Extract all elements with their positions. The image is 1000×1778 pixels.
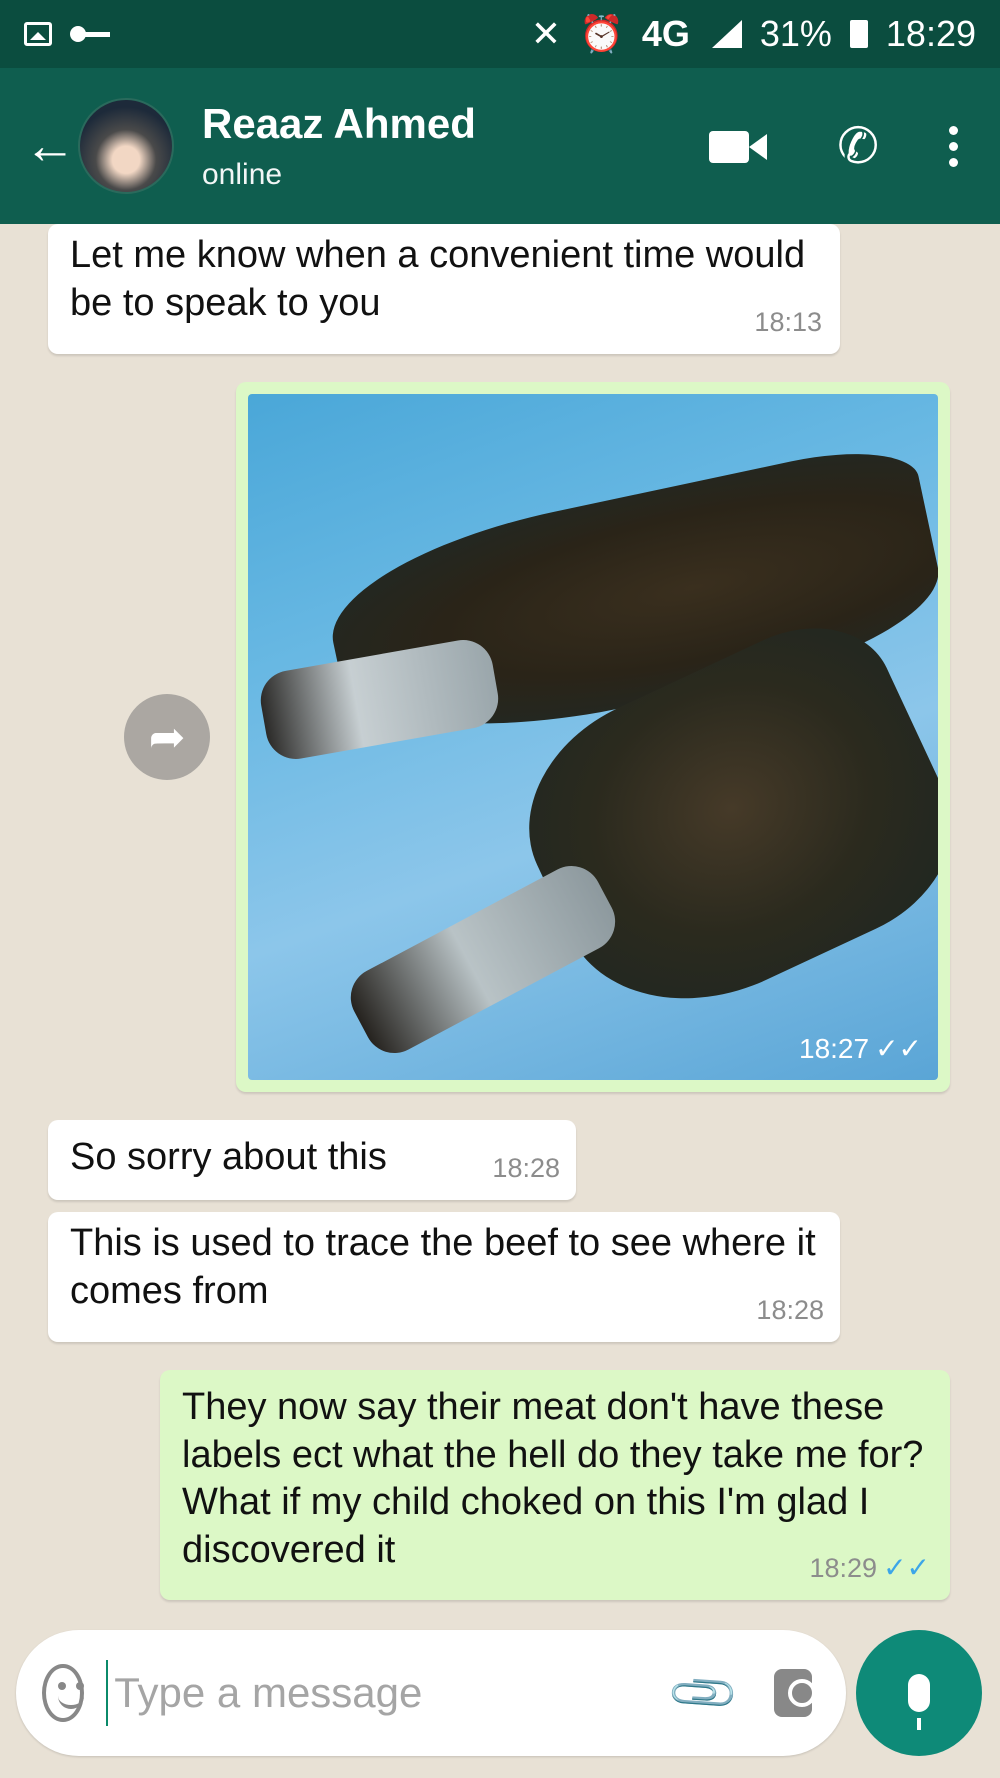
- contact-info[interactable]: Reaaz Ahmed online: [202, 100, 476, 192]
- signal-icon: [708, 20, 742, 48]
- video-call-icon[interactable]: [709, 128, 768, 164]
- food-photo[interactable]: 18:27 ✓✓: [248, 394, 938, 1080]
- mic-icon: [908, 1674, 930, 1730]
- gallery-icon: [24, 22, 52, 46]
- phone-call-icon[interactable]: ✆: [837, 117, 879, 175]
- emoji-icon[interactable]: [42, 1664, 84, 1722]
- header-actions: ✆: [709, 117, 976, 175]
- chat-header: ← Reaaz Ahmed online ✆: [0, 68, 1000, 224]
- message-text: So sorry about this: [70, 1136, 387, 1178]
- message-time: 18:13: [754, 307, 822, 338]
- outgoing-message[interactable]: They now say their meat don't have these…: [160, 1370, 950, 1600]
- more-options-icon[interactable]: [949, 125, 958, 167]
- status-bar-right: ✕ ⏰ 4G 31% 18:29: [531, 13, 976, 55]
- outgoing-image-message[interactable]: 18:27 ✓✓: [236, 382, 950, 1092]
- attach-icon[interactable]: 📎: [664, 1653, 743, 1732]
- message-text: They now say their meat don't have these…: [182, 1386, 924, 1571]
- message-time: 18:28: [756, 1295, 824, 1326]
- message-composer: 📎: [16, 1630, 846, 1756]
- status-time: 18:29: [885, 13, 976, 54]
- camera-icon[interactable]: [774, 1669, 816, 1717]
- battery-percent: 31%: [759, 13, 832, 54]
- network-type: 4G: [641, 13, 690, 54]
- incoming-message[interactable]: This is used to trace the beef to see wh…: [48, 1212, 840, 1342]
- chat-area[interactable]: Let me know when a convenient time would…: [0, 224, 1000, 1624]
- message-time: 18:27 ✓✓: [799, 1033, 922, 1064]
- message-time: 18:28: [492, 1153, 560, 1184]
- alarm-icon: ⏰: [578, 13, 624, 54]
- mute-icon: ✕: [530, 13, 561, 54]
- key-icon: [70, 26, 112, 42]
- contact-avatar[interactable]: [78, 98, 174, 194]
- text-cursor: [105, 1660, 109, 1726]
- message-text: Let me know when a convenient time would…: [70, 234, 806, 324]
- read-ticks-icon: ✓✓: [883, 1552, 930, 1584]
- incoming-message[interactable]: Let me know when a convenient time would…: [48, 224, 840, 354]
- back-arrow-icon[interactable]: ←: [24, 116, 76, 176]
- read-ticks-icon: ✓✓: [875, 1033, 922, 1064]
- forward-icon[interactable]: ➦: [124, 694, 210, 780]
- contact-status: online: [202, 158, 283, 191]
- battery-icon: [849, 20, 868, 48]
- contact-name: Reaaz Ahmed: [202, 100, 476, 147]
- message-text: This is used to trace the beef to see wh…: [70, 1222, 816, 1312]
- status-bar: ✕ ⏰ 4G 31% 18:29: [0, 0, 1000, 68]
- mic-button[interactable]: [856, 1630, 982, 1756]
- message-time: 18:29 ✓✓: [809, 1552, 931, 1584]
- status-bar-left: [24, 22, 112, 46]
- incoming-message[interactable]: So sorry about this 18:28: [48, 1120, 576, 1200]
- message-input[interactable]: [114, 1669, 656, 1717]
